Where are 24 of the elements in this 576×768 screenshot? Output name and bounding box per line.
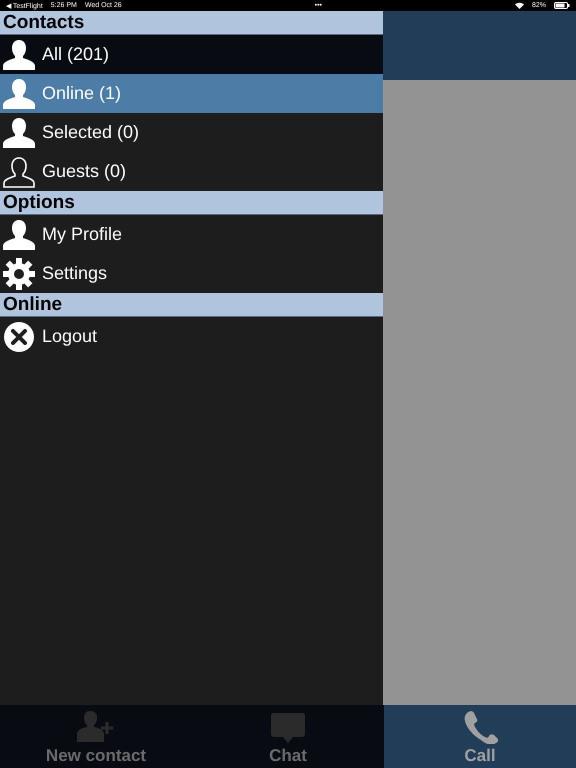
battery-icon (554, 2, 570, 9)
section-header: Contacts (0, 11, 383, 35)
tab[interactable]: Chat (192, 705, 384, 768)
person-icon (2, 78, 36, 110)
gear-icon (2, 258, 36, 290)
close-icon (2, 320, 36, 352)
section-header: Online (0, 293, 383, 317)
phone-icon (462, 710, 498, 744)
menu-item[interactable]: All (201) (0, 35, 383, 74)
menu-item[interactable]: Guests (0) (0, 152, 383, 191)
person-icon (2, 116, 36, 148)
menu-item[interactable]: Logout (0, 317, 383, 356)
person-icon (2, 38, 36, 70)
menu-item[interactable]: Online (1) (0, 74, 383, 113)
section-header: Options (0, 191, 383, 215)
menu-item[interactable]: Selected (0) (0, 113, 383, 152)
wifi-icon (514, 2, 524, 9)
chat-bubble-icon (270, 712, 306, 744)
menu-item[interactable]: Settings (0, 254, 383, 293)
person-icon (2, 218, 36, 250)
tab[interactable]: New contact (0, 705, 192, 768)
person-outline-icon (2, 156, 36, 188)
add-person-icon (76, 710, 116, 744)
menu-item[interactable]: My Profile (0, 215, 383, 254)
